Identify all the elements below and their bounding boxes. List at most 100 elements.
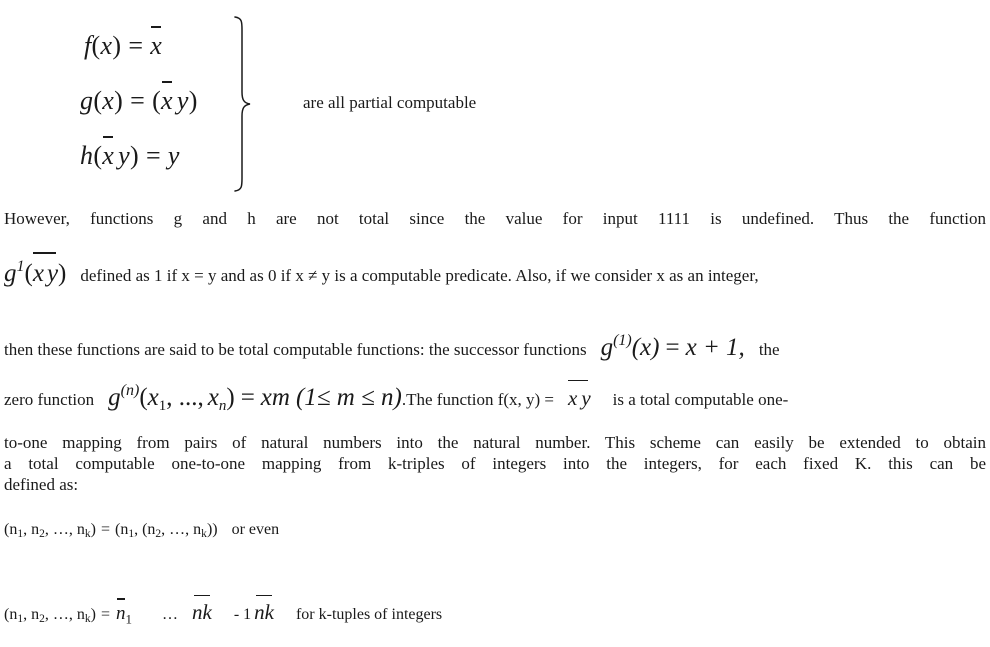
- tuple1-rhs-mid: , (n: [134, 521, 156, 538]
- equation-g-close-paren: ): [114, 86, 124, 115]
- zero-function-equals: =: [240, 383, 255, 411]
- paragraph2-line1: to-one mapping from pairs of natural num…: [4, 433, 986, 452]
- tuple2-trailing-text: for k-tuples of integers: [295, 606, 443, 623]
- paragraph1-line4-text-end: is a total computable one-: [612, 389, 789, 409]
- zero-function-condition: (1≤ m ≤ n): [295, 383, 402, 411]
- equation-h-lhs-var2: y: [118, 141, 130, 170]
- equation-f-rhs: x: [150, 31, 163, 60]
- g1-expression: g1(x y): [4, 252, 67, 288]
- successor-function-argument: (x): [631, 333, 660, 361]
- tuple2-nk: nk: [191, 600, 212, 624]
- successor-function-expression: g(1)(x) = x + 1,: [601, 332, 745, 361]
- equation-f-function: f: [84, 31, 92, 60]
- equation-g-rhs-var2: y: [176, 86, 189, 115]
- right-curly-brace: [231, 14, 257, 194]
- g1-open-paren: (: [24, 259, 33, 287]
- g1-close-paren: ): [58, 259, 67, 287]
- tuple2-lhs-open: (n: [4, 606, 18, 623]
- equation-h-equals: =: [145, 141, 161, 170]
- equation-f-rhs-overbar-group: x: [150, 26, 163, 60]
- equation-g-rhs-close-paren: ): [188, 86, 198, 115]
- zero-function-args-open: (: [139, 383, 148, 411]
- equation-f-equals: =: [128, 31, 144, 60]
- tuple1-equals: =: [100, 521, 110, 538]
- overbar-rule: [256, 594, 272, 597]
- g1-arg1: x: [32, 259, 44, 287]
- equation-g-rhs-overbar-group: x: [161, 81, 173, 115]
- g1-function: g: [4, 259, 17, 287]
- zero-function-rhs: xm: [260, 383, 290, 411]
- tuple2-lhs-mid1: , n: [23, 606, 40, 623]
- equation-h: h(x y) = y: [80, 136, 180, 170]
- tuple2-nk2-overbar-group: nk: [254, 594, 274, 625]
- equation-g-open-paren: (: [93, 86, 103, 115]
- tuple-equation-1: (n1, n2, …, nk) = (n1, (n2, …, nk)) or even: [4, 521, 279, 540]
- overbar-rule: [568, 379, 589, 382]
- equation-g-rhs-var1: x: [161, 86, 173, 115]
- g1-superscript: 1: [16, 258, 25, 275]
- tuple2-nk2: nk: [254, 600, 274, 624]
- tuple1-rhs-mid2: , …, n: [161, 521, 202, 538]
- tuple1-lhs-mid2: , …, n: [44, 521, 85, 538]
- paragraph1-line1: However, functions g and h are not total…: [4, 209, 986, 228]
- tuple2-equals: =: [100, 606, 110, 623]
- tuple2-n1-subscript: 1: [125, 611, 132, 627]
- tuple2-lhs-mid2: , …, n: [44, 606, 85, 623]
- overbar-rule: [116, 598, 125, 600]
- paragraph1-line3: then these functions are said to be tota…: [4, 332, 988, 362]
- overbar-rule: [151, 26, 161, 28]
- overbar-rule: [33, 252, 56, 254]
- equation-h-function: h: [80, 141, 94, 170]
- zero-function-name: g: [108, 383, 121, 411]
- equation-g-argument: x: [102, 86, 115, 115]
- tuple1-lhs-open: (n: [4, 521, 18, 538]
- g1-arg2: y: [46, 259, 59, 287]
- fxy-var2: y: [581, 385, 591, 410]
- paragraph1-line2: g1(x y) defined as 1 if x = y and as 0 if …: [4, 252, 988, 288]
- zero-function-expression: g(n)(x1, ..., xn) = xm (1≤ m ≤ n): [108, 382, 402, 414]
- tuple2-nk-overbar-group: nk: [191, 594, 212, 625]
- tuple2-n1-overbar-group: n: [115, 598, 126, 625]
- tuple1-trailing-text: or even: [231, 521, 280, 538]
- equation-g-equals: =: [130, 86, 146, 115]
- successor-function-superscript: (1): [613, 332, 632, 349]
- g1-args-overbar-group: xy: [32, 252, 59, 288]
- tuple2-ellipsis: …: [161, 606, 178, 623]
- equation-g-function: g: [80, 86, 94, 115]
- paragraph2-line2: a total computable one-to-one mapping fr…: [4, 454, 986, 473]
- paragraph1-line4-text-start: zero function: [4, 389, 95, 409]
- equation-h-lhs-var1: x: [102, 141, 115, 170]
- tuple1-rhs-close: )): [206, 521, 218, 538]
- zero-function-args-close: ): [226, 383, 235, 411]
- brace-annotation-text: are all partial computable: [303, 93, 477, 112]
- tuple2-lhs-close: ): [90, 606, 96, 623]
- equation-h-open-paren: (: [93, 141, 103, 170]
- overbar-rule: [103, 136, 113, 138]
- fxy-overbar-group: xy: [568, 379, 591, 411]
- overbar-rule: [162, 81, 172, 83]
- equation-f-open-paren: (: [91, 31, 101, 60]
- paragraph1-line3-text-start: then these functions are said to be tota…: [4, 339, 587, 359]
- equation-h-rhs: y: [167, 141, 180, 170]
- zero-function-arg-separator: , ...,: [166, 383, 204, 411]
- tuple1-rhs-open: (n: [114, 521, 129, 538]
- paragraph1-line3-text-end: the: [758, 339, 780, 359]
- equation-f-argument: x: [100, 31, 113, 60]
- overbar-rule: [193, 594, 210, 597]
- equation-h-lhs-overbar-group: x: [102, 136, 115, 170]
- equation-g-rhs-open-paren: (: [152, 86, 162, 115]
- fxy-var1: x: [568, 385, 578, 410]
- tuple-equation-2: (n1, n2, …, nk) = n1… nk - 1 nk for k-tuples o…: [4, 594, 443, 627]
- tuple2-n1: n: [115, 603, 126, 624]
- equation-f: f(x) = x: [84, 26, 163, 60]
- paragraph1-line2-text: defined as 1 if x = y and as 0 if x ≠ y …: [80, 265, 759, 285]
- paragraph2-line3: defined as:: [4, 475, 79, 494]
- successor-function-rhs: x + 1,: [685, 333, 745, 361]
- tuple2-minus-one: - 1: [233, 606, 252, 623]
- paragraph1-line4: zero function g(n)(x1, ..., xn) = xm (1≤ m ≤ …: [4, 379, 988, 415]
- paragraph2: to-one mapping from pairs of natural num…: [4, 432, 986, 495]
- equation-h-lhs-close-paren: ): [129, 141, 139, 170]
- equation-g: g(x) =(x y): [80, 81, 198, 115]
- zero-function-arg1: x: [147, 383, 159, 411]
- display-equation-block: f(x) = x g(x) =(x y) h(x y) = y are all partial…: [0, 0, 990, 205]
